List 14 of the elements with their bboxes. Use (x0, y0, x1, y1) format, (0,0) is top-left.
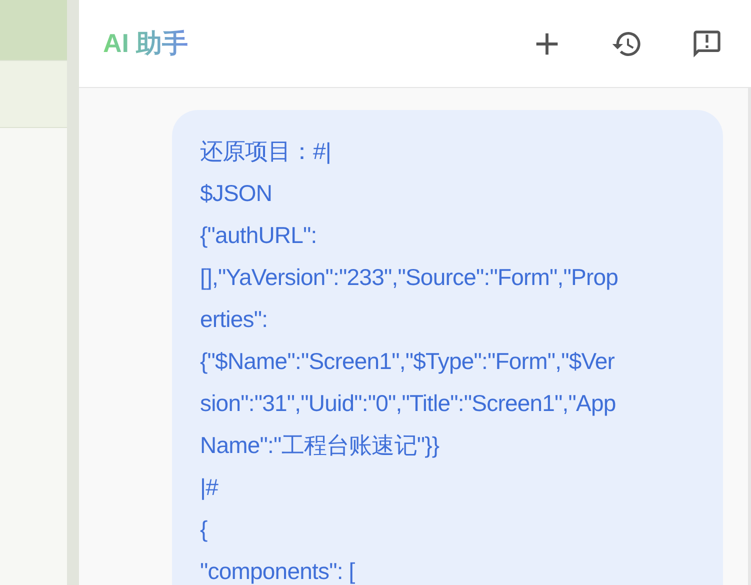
feedback-icon (691, 28, 723, 60)
message-line: sion":"31","Uuid":"0","Title":"Screen1","App (200, 389, 616, 418)
message-line: {"authURL": (200, 221, 317, 250)
panel-block (0, 60, 67, 128)
message-line: Name":"工程台账速记"}} (200, 431, 440, 460)
message-line: { (200, 515, 208, 544)
panel-block (0, 0, 67, 60)
message-line: |# (200, 473, 218, 502)
message-line: {"$Name":"Screen1","$Type":"Form","$Ver (200, 347, 615, 376)
message-line: erties": (200, 305, 268, 334)
message-line: [],"YaVersion":"233","Source":"Form","Prop (200, 263, 618, 292)
message-line: 还原项目：#| (200, 137, 331, 166)
message-line: $JSON (200, 179, 272, 208)
message-line: "components": [ (200, 557, 355, 585)
